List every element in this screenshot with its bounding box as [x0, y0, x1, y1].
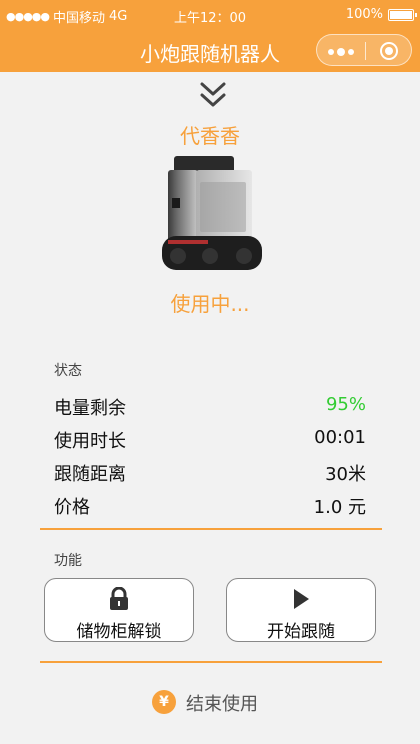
- function-section-label: 功能: [54, 553, 82, 569]
- yuan-coin-icon: ¥: [152, 690, 176, 714]
- status-section-label: 状态: [54, 363, 82, 379]
- more-icon[interactable]: [328, 48, 354, 56]
- battery-icon: [388, 8, 417, 21]
- miniprogram-capsule: [316, 34, 412, 66]
- status-row-distance: 跟随距离 30米: [54, 460, 366, 488]
- lock-icon: [110, 587, 128, 610]
- end-use-label: 结束使用: [186, 694, 258, 715]
- user-name: 代香香: [180, 124, 240, 148]
- status-row-battery: 电量剩余 95%: [54, 394, 366, 422]
- battery-remaining-value: 95%: [325, 394, 366, 415]
- end-use-button[interactable]: ¥ 结束使用: [150, 688, 280, 718]
- section-divider: [40, 661, 382, 663]
- status-row-duration: 使用时长 00:01: [54, 427, 366, 455]
- battery-percent: 100%: [345, 7, 383, 22]
- status-key: 电量剩余: [54, 398, 126, 419]
- follow-distance-value: 30米: [325, 464, 366, 485]
- icon-wrap: [227, 587, 375, 611]
- price-value: 1.0 元: [313, 497, 366, 518]
- close-target-icon[interactable]: [380, 42, 398, 60]
- app-header: ●●●●● 中国移动 4G 上午12：00 100% 小炮跟随机器人: [0, 0, 420, 72]
- status-row-price: 价格 1.0 元: [54, 493, 366, 521]
- status-key: 跟随距离: [54, 464, 126, 485]
- start-follow-label: 开始跟随: [267, 622, 335, 642]
- play-icon: [294, 589, 309, 609]
- unlock-locker-label: 储物柜解锁: [76, 622, 162, 642]
- status-right: 100%: [345, 7, 417, 22]
- usage-duration-value: 00:01: [314, 427, 366, 448]
- double-chevron-down-icon[interactable]: [198, 80, 228, 110]
- capsule-divider: [365, 42, 366, 60]
- status-key: 使用时长: [54, 431, 126, 452]
- start-follow-button[interactable]: 开始跟随: [226, 578, 376, 642]
- status-bar: ●●●●● 中国移动 4G 上午12：00 100%: [0, 0, 420, 30]
- unlock-locker-button[interactable]: 储物柜解锁: [44, 578, 194, 642]
- section-divider: [40, 528, 382, 530]
- robot-state: 使用中...: [170, 292, 250, 316]
- icon-wrap: [45, 587, 193, 611]
- robot-image: [162, 156, 262, 270]
- status-key: 价格: [54, 497, 90, 518]
